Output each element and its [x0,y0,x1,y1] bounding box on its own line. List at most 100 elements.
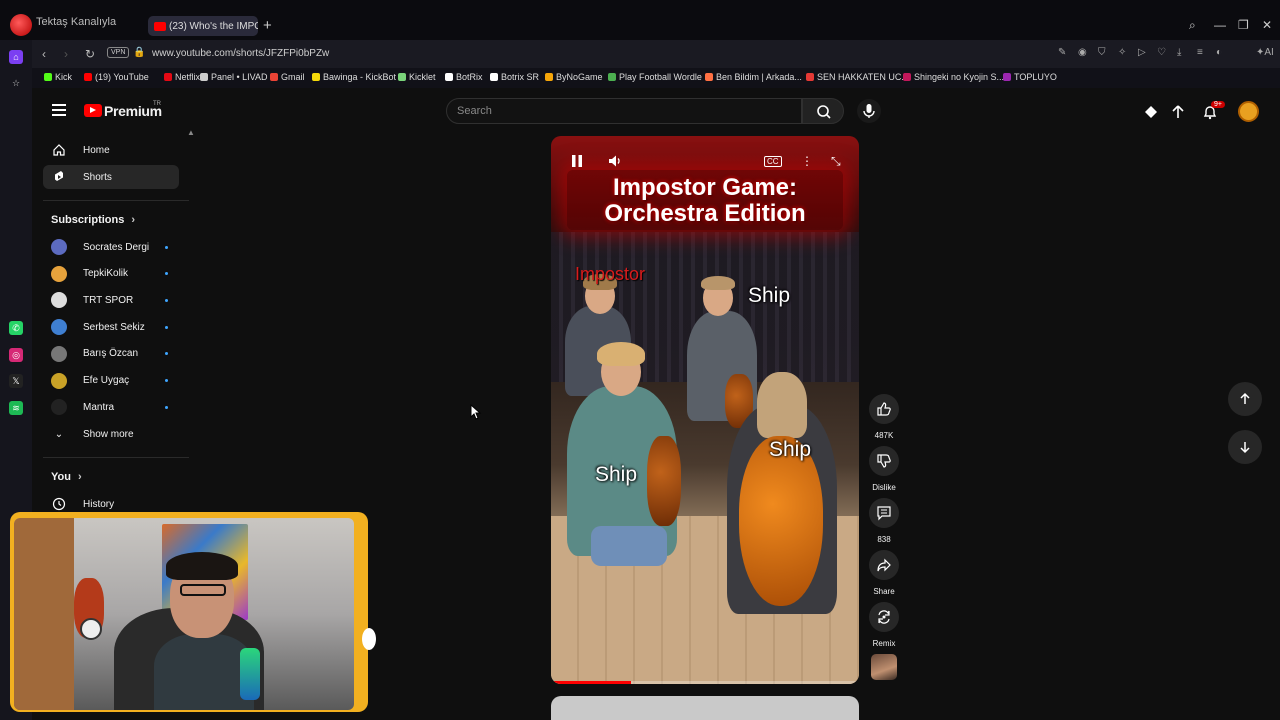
arrow-up-icon [1240,392,1250,404]
play-icon[interactable]: ▷ [1138,47,1146,58]
maximize-button[interactable]: ❐ [1238,18,1249,32]
pause-button[interactable] [571,154,583,171]
tab-2-label: (23) Who's the IMPOS [169,20,258,32]
extension-icon[interactable]: ✧ [1118,47,1126,58]
vpn-badge[interactable]: VPN [107,47,130,58]
channel-avatar [51,345,67,362]
back-icon[interactable]: ‹ [42,47,46,61]
minimize-button[interactable]: — [1214,18,1226,32]
search-button[interactable] [802,98,844,124]
sidebar-subscription-item[interactable]: Socrates Dergi [51,237,171,257]
star-sidebar-icon[interactable]: ☆ [9,76,23,90]
shield-icon[interactable]: ⛉ [1098,47,1106,58]
channel-thumbnail[interactable] [871,654,897,680]
captions-button[interactable]: CC [764,156,782,167]
sidebar-item-home[interactable]: Home [43,138,179,162]
opera-logo-icon[interactable] [10,14,32,36]
bookmark-item[interactable]: TOPLUYO [1003,72,1057,82]
bookmark-favicon-icon [608,73,616,81]
menu-hamburger-icon[interactable] [52,104,66,119]
bookmark-favicon-icon [44,73,52,81]
bookmark-item[interactable]: Ben Bildim | Arkada... [705,72,802,82]
sidebar-subscription-item[interactable]: Barış Özcan [51,344,171,364]
voice-search-button[interactable] [857,99,881,123]
remix-button[interactable]: Remix [869,602,899,648]
sidebar-subscription-item[interactable]: Serbest Sekiz [51,317,171,337]
bookmark-item[interactable]: Kicklet [398,72,436,82]
ai-icon[interactable]: ✦AI [1256,47,1274,58]
x-icon[interactable]: 𝕏 [9,374,23,388]
more-options-button[interactable]: ⋮ [801,154,813,168]
like-button[interactable]: 487K [869,394,899,440]
whatsapp-icon[interactable]: ✆ [9,321,23,335]
bookmark-item[interactable]: BotRix [445,72,483,82]
new-tab-button[interactable]: + [263,17,272,34]
bookmark-item[interactable]: ByNoGame [545,72,603,82]
thumbs-up-icon [877,402,891,416]
sidebar-item-shorts[interactable]: Shorts [43,165,179,189]
you-title: You [51,471,71,483]
upload-button[interactable] [1170,104,1186,125]
volume-button[interactable] [608,154,622,171]
sidebar-subscription-item[interactable]: Mantra [51,397,171,417]
bookmark-item[interactable]: Bawinga - KickBot [312,72,396,82]
spotify-icon[interactable]: ≋ [9,401,23,415]
bookmark-item[interactable]: Gmail [270,72,305,82]
account-avatar[interactable] [1238,101,1259,122]
youtube-logo-icon[interactable] [84,104,102,117]
forward-icon[interactable]: › [64,47,68,61]
bookmark-item[interactable]: Botrix SR [490,72,539,82]
search-input[interactable] [446,98,802,124]
home-sidebar-icon[interactable]: ⌂ [9,50,23,64]
chevron-right-icon: › [131,214,136,226]
share-button[interactable]: Share [869,550,899,596]
fullscreen-button[interactable]: ⤡ [831,154,841,169]
sidebar-subscription-item[interactable]: Efe Uygaç [51,371,171,391]
bookmark-label: BotRix [456,72,483,82]
you-heading[interactable]: You › [51,471,82,483]
download-icon[interactable]: ⤓ [1177,47,1181,58]
musician-hair [701,276,735,290]
profile-icon[interactable]: ◐ [1216,47,1222,58]
bookmark-item[interactable]: Panel • LIVAD [200,72,268,82]
channel-avatar [51,319,67,336]
edit-icon[interactable]: ✎ [1058,47,1066,58]
bookmark-item[interactable]: (19) YouTube [84,72,149,82]
bookmark-item[interactable]: SEN HAKKATEN UC... [806,72,909,82]
bookmark-item[interactable]: Netflix [164,72,200,82]
previous-short-button[interactable] [1228,382,1262,416]
next-short-button[interactable] [1228,430,1262,464]
search-tabs-icon[interactable]: ⌕ [1189,18,1196,33]
next-short-preview[interactable] [551,696,859,720]
camera-icon[interactable]: ◉ [1078,47,1087,58]
country-code: TR [153,101,161,107]
reload-icon[interactable]: ↻ [85,47,95,61]
tab-2-active[interactable]: (23) Who's the IMPOS [148,16,258,36]
create-button[interactable] [1143,104,1159,125]
chevron-right-icon: › [78,471,82,483]
new-content-dot [165,272,168,276]
sidebar-subscription-item[interactable]: TRT SPOR [51,290,171,310]
url-field[interactable]: www.youtube.com/shorts/JFZFPi0bPZw [152,48,329,59]
scroll-up-arrow-icon[interactable]: ▲ [187,128,195,137]
lock-icon[interactable]: 🔒 [133,47,145,58]
heart-icon[interactable]: ♡ [1157,47,1166,58]
bookmark-item[interactable]: Shingeki no Kyojin S... [903,72,1004,82]
close-window-button[interactable]: ✕ [1262,18,1272,32]
comments-button[interactable]: 838 [869,498,899,544]
sidebar-item-history[interactable]: History [51,494,171,514]
instagram-icon[interactable]: ◎ [9,348,23,362]
remix-label: Remix [872,639,896,648]
menu-icon[interactable]: ≡ [1197,47,1203,58]
bookmark-item[interactable]: Play Football Wordle [608,72,702,82]
shorts-video-player[interactable]: Impostor Game: Orchestra Edition Imposto… [551,136,859,684]
bookmark-item[interactable]: Kick [44,72,72,82]
subscriptions-heading[interactable]: Subscriptions › [51,214,135,226]
channel-avatar [51,292,67,309]
chevron-down-icon: ⌄ [54,428,64,440]
tab-1[interactable]: Tektaş Kanalıyla [36,16,144,36]
sidebar-subscription-item[interactable]: TepkiKolik [51,264,171,284]
dislike-button[interactable]: Dislike [869,446,899,492]
show-more-button[interactable]: ⌄ Show more [51,424,171,444]
volume-icon [609,155,620,167]
